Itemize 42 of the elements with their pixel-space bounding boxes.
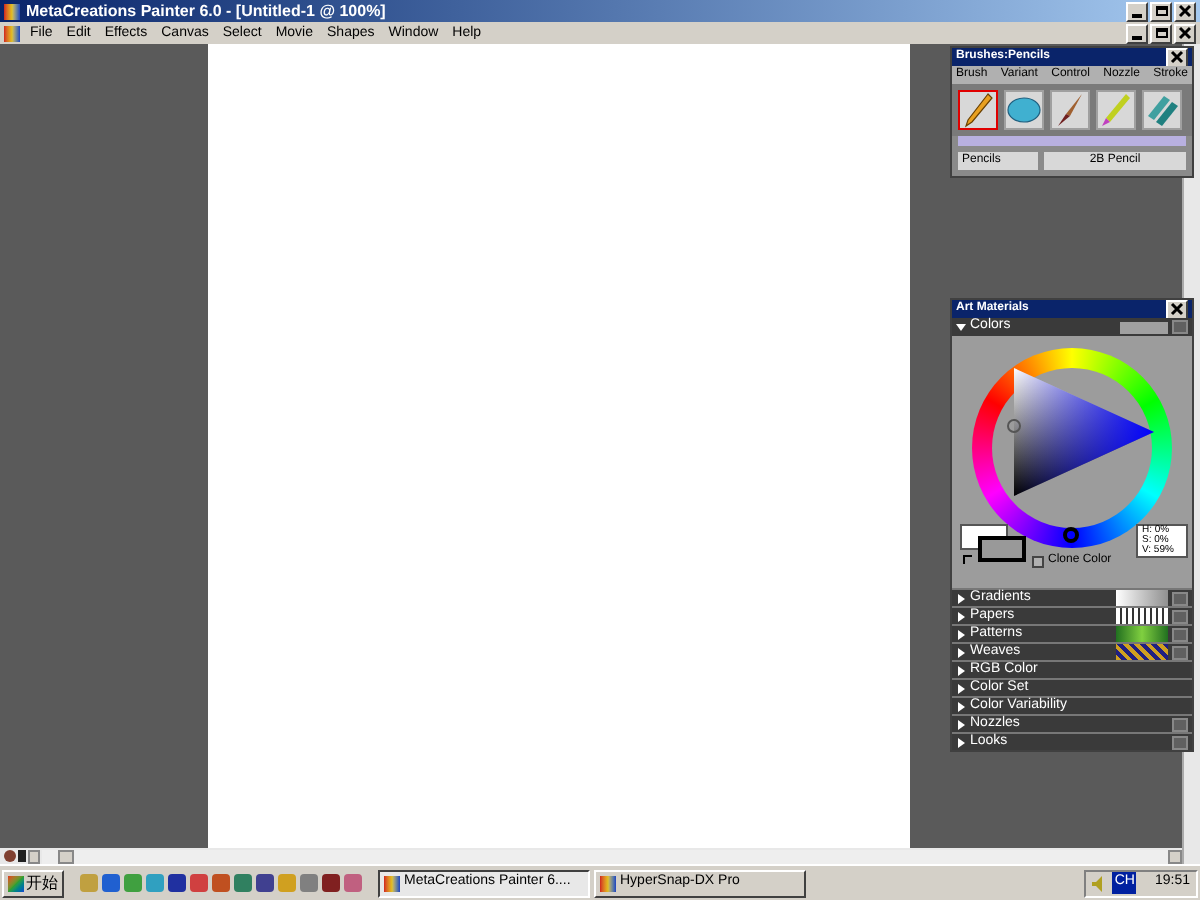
secondary-color-swatch[interactable] bbox=[978, 536, 1026, 562]
windows-logo-icon bbox=[8, 875, 24, 891]
weave-preview bbox=[1116, 644, 1168, 660]
app-logo-icon bbox=[4, 3, 20, 19]
marker-icon bbox=[1100, 92, 1132, 128]
brush-button[interactable] bbox=[1004, 90, 1044, 130]
speaker-icon[interactable] bbox=[1092, 875, 1107, 891]
section-menu-button[interactable] bbox=[1172, 320, 1188, 334]
scroll-left-button[interactable] bbox=[28, 849, 40, 863]
clone-color-checkbox[interactable] bbox=[1032, 555, 1044, 567]
brush-button[interactable] bbox=[1142, 90, 1182, 130]
pastel-sticks-icon bbox=[1144, 92, 1180, 128]
gradient-preview bbox=[1116, 590, 1168, 606]
app-icon bbox=[384, 875, 400, 891]
chalk-icon bbox=[1006, 94, 1042, 126]
minimize-button[interactable] bbox=[1126, 23, 1148, 43]
saturation-value-triangle[interactable] bbox=[1014, 368, 1154, 496]
brush-button[interactable] bbox=[1050, 90, 1090, 130]
paper-texture-preview bbox=[1116, 608, 1168, 624]
maximize-button[interactable] bbox=[1150, 1, 1172, 21]
scroll-right-button[interactable] bbox=[1168, 849, 1182, 863]
close-button[interactable] bbox=[1174, 1, 1196, 21]
info-icon bbox=[18, 850, 26, 862]
close-button[interactable] bbox=[1174, 23, 1196, 43]
window-title: MetaCreations Painter 6.0 - [Untitled-1 @ 100%] bbox=[26, 1, 386, 21]
app-icon bbox=[600, 875, 616, 891]
pattern-preview bbox=[1116, 626, 1168, 642]
start-button[interactable]: 开始 bbox=[2, 869, 64, 897]
color-picker-marker-icon[interactable] bbox=[1006, 418, 1022, 434]
document-logo-icon bbox=[4, 25, 20, 41]
swap-colors-icon[interactable] bbox=[962, 554, 974, 566]
hue-ring-marker-icon[interactable] bbox=[1062, 526, 1080, 544]
brush-button[interactable] bbox=[958, 90, 998, 130]
status-icon bbox=[4, 850, 16, 862]
minimize-button[interactable] bbox=[1126, 1, 1148, 21]
scroll-thumb[interactable] bbox=[58, 849, 74, 863]
restore-button[interactable] bbox=[1150, 23, 1172, 43]
horizontal-scrollbar[interactable] bbox=[42, 849, 1182, 863]
pencil-icon bbox=[962, 92, 994, 128]
close-button[interactable] bbox=[1166, 47, 1188, 67]
close-button[interactable] bbox=[1166, 299, 1188, 319]
brush-icon bbox=[1054, 92, 1086, 128]
